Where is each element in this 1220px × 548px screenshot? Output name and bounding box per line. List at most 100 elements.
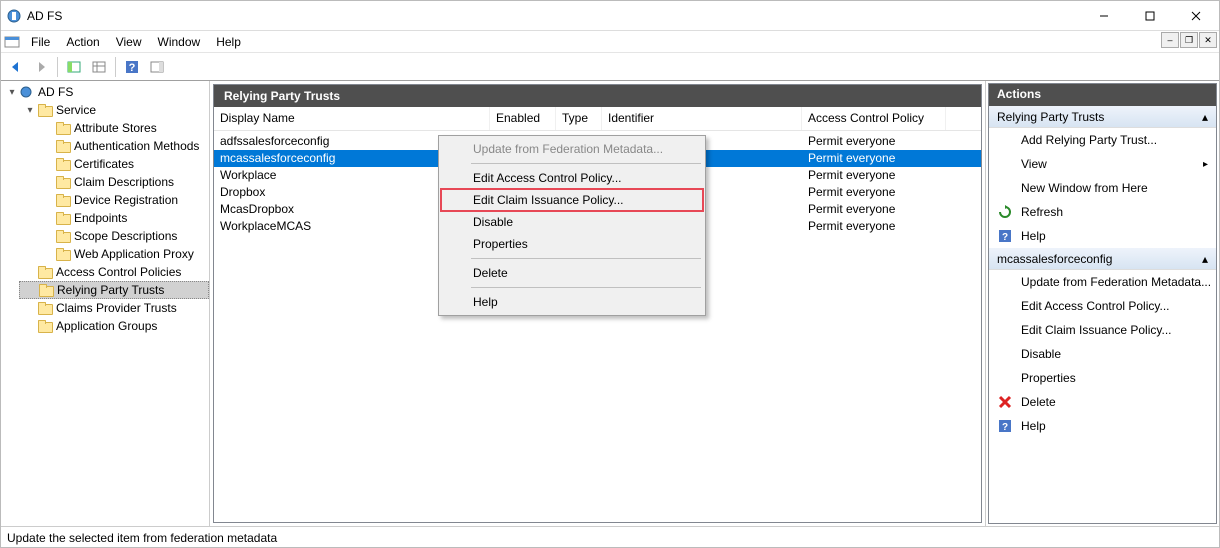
menu-window[interactable]: Window (150, 33, 209, 51)
blank-icon (997, 370, 1013, 386)
col-identifier[interactable]: Identifier (602, 107, 802, 130)
window-title: AD FS (27, 9, 62, 23)
tree-service-label: Service (56, 103, 96, 117)
tree-authentication-methods[interactable]: Authentication Methods (37, 137, 209, 155)
tree-web-application-proxy[interactable]: Web Application Proxy (37, 245, 209, 263)
cell-acp: Permit everyone (802, 133, 946, 150)
center-pane: Relying Party Trusts Display Name Enable… (210, 81, 985, 526)
action-label: Edit Access Control Policy... (1021, 299, 1216, 313)
action-edit-claim-issuance-policy[interactable]: Edit Claim Issuance Policy... (989, 318, 1216, 342)
mdi-close[interactable]: ✕ (1199, 32, 1217, 48)
ctx-help[interactable]: Help (441, 291, 703, 313)
tree-claims-provider-trusts[interactable]: Claims Provider Trusts (19, 299, 209, 317)
tree-certificates[interactable]: Certificates (37, 155, 209, 173)
tree-item-label: Scope Descriptions (74, 229, 177, 243)
svg-text:?: ? (1002, 232, 1008, 243)
mdi-minimize[interactable]: ‒ (1161, 32, 1179, 48)
blank-icon (997, 322, 1013, 338)
col-display-name[interactable]: Display Name (214, 107, 490, 130)
tree-device-registration[interactable]: Device Registration (37, 191, 209, 209)
tree-application-groups[interactable]: Application Groups (19, 317, 209, 335)
toolbar: ? (1, 53, 1219, 81)
col-enabled[interactable]: Enabled (490, 107, 556, 130)
tree-item-label: Endpoints (74, 211, 127, 225)
actions-section-rpt[interactable]: Relying Party Trusts ▴ (989, 106, 1216, 128)
action-label: Disable (1021, 347, 1216, 361)
tree-service[interactable]: ▾ Service (19, 101, 209, 119)
action-help[interactable]: ?Help (989, 224, 1216, 248)
menu-help[interactable]: Help (208, 33, 249, 51)
folder-icon (55, 247, 71, 261)
folder-icon (38, 283, 54, 297)
ctx-disable[interactable]: Disable (441, 211, 703, 233)
action-edit-access-control-policy[interactable]: Edit Access Control Policy... (989, 294, 1216, 318)
menu-action[interactable]: Action (58, 33, 107, 51)
ctx-edit-claim-issuance[interactable]: Edit Claim Issuance Policy... (441, 189, 703, 211)
tree-endpoints[interactable]: Endpoints (37, 209, 209, 227)
show-hide-action-pane-button[interactable] (146, 56, 168, 78)
tree-item-label: Device Registration (74, 193, 178, 207)
tree-item-label: Certificates (74, 157, 134, 171)
action-help[interactable]: ?Help (989, 414, 1216, 438)
folder-icon (55, 175, 71, 189)
cell-acp: Permit everyone (802, 167, 946, 184)
adfs-icon (19, 85, 35, 99)
blank-icon (997, 274, 1013, 290)
folder-icon (55, 157, 71, 171)
adfs-icon (5, 7, 23, 25)
action-delete[interactable]: Delete (989, 390, 1216, 414)
action-refresh[interactable]: Refresh (989, 200, 1216, 224)
action-label: Edit Claim Issuance Policy... (1021, 323, 1216, 337)
action-properties[interactable]: Properties (989, 366, 1216, 390)
action-view[interactable]: View▸ (989, 152, 1216, 176)
chevron-down-icon[interactable]: ▾ (23, 103, 37, 117)
menu-view[interactable]: View (108, 33, 150, 51)
tree-root[interactable]: ▾ AD FS (1, 83, 209, 101)
svg-text:?: ? (1002, 422, 1008, 433)
minimize-button[interactable] (1081, 1, 1127, 30)
back-button[interactable] (5, 56, 27, 78)
tree-attribute-stores[interactable]: Attribute Stores (37, 119, 209, 137)
mdi-restore[interactable]: ❐ (1180, 32, 1198, 48)
blank-icon (997, 132, 1013, 148)
cell-acp: Permit everyone (802, 150, 946, 167)
cell-acp: Permit everyone (802, 218, 946, 235)
action-update-from-federation-metadata[interactable]: Update from Federation Metadata... (989, 270, 1216, 294)
tree-access-control-policies[interactable]: Access Control Policies (19, 263, 209, 281)
help-button[interactable]: ? (121, 56, 143, 78)
col-type[interactable]: Type (556, 107, 602, 130)
statusbar-text: Update the selected item from federation… (7, 531, 277, 545)
folder-icon (55, 211, 71, 225)
tree-item-label: Claims Provider Trusts (56, 301, 177, 315)
col-acp[interactable]: Access Control Policy (802, 107, 946, 130)
forward-button[interactable] (30, 56, 52, 78)
actions-section-item[interactable]: mcassalesforceconfig ▴ (989, 248, 1216, 270)
tree-item-label: Claim Descriptions (74, 175, 174, 189)
blank-icon (997, 180, 1013, 196)
ctx-edit-acp[interactable]: Edit Access Control Policy... (441, 167, 703, 189)
action-label: New Window from Here (1021, 181, 1216, 195)
menubar: File Action View Window Help ‒ ❐ ✕ (1, 31, 1219, 53)
tree-relying-party-trusts[interactable]: Relying Party Trusts (19, 281, 209, 299)
show-hide-tree-button[interactable] (63, 56, 85, 78)
action-add-relying-party-trust[interactable]: Add Relying Party Trust... (989, 128, 1216, 152)
ctx-delete[interactable]: Delete (441, 262, 703, 284)
context-menu: Update from Federation Metadata... Edit … (438, 135, 706, 316)
folder-icon (55, 193, 71, 207)
tree-item-label: Access Control Policies (56, 265, 181, 279)
tree-scope-descriptions[interactable]: Scope Descriptions (37, 227, 209, 245)
folder-icon (37, 103, 53, 117)
maximize-button[interactable] (1127, 1, 1173, 30)
ctx-properties[interactable]: Properties (441, 233, 703, 255)
action-disable[interactable]: Disable (989, 342, 1216, 366)
collapse-icon: ▴ (1202, 252, 1208, 266)
action-new-window-from-here[interactable]: New Window from Here (989, 176, 1216, 200)
menu-file[interactable]: File (23, 33, 58, 51)
tree-claim-descriptions[interactable]: Claim Descriptions (37, 173, 209, 191)
chevron-down-icon[interactable]: ▾ (5, 85, 19, 99)
window-titlebar: AD FS (1, 1, 1219, 31)
export-list-button[interactable] (88, 56, 110, 78)
close-button[interactable] (1173, 1, 1219, 30)
blank-icon (997, 298, 1013, 314)
help-icon: ? (997, 418, 1013, 434)
